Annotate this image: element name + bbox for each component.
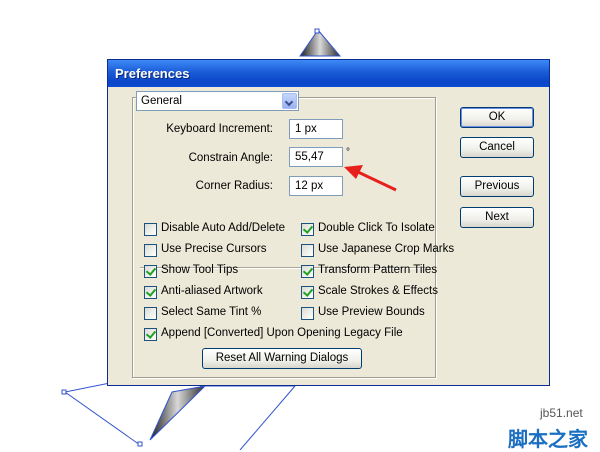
checkbox-box[interactable] bbox=[144, 286, 157, 299]
ok-button[interactable]: OK bbox=[460, 107, 534, 128]
panel-select[interactable]: General bbox=[136, 91, 299, 111]
checkbox-box[interactable] bbox=[301, 244, 314, 257]
watermark-site: jb51.net bbox=[540, 406, 583, 420]
checkbox-label: Double Click To Isolate bbox=[318, 222, 435, 234]
checkbox-label: Anti-aliased Artwork bbox=[161, 285, 263, 297]
checkbox-label: Transform Pattern Tiles bbox=[318, 264, 438, 276]
checkbox-box[interactable] bbox=[301, 223, 314, 236]
dialog-title: Preferences bbox=[115, 66, 190, 81]
checkbox-box[interactable] bbox=[144, 265, 157, 278]
checkbox-box[interactable] bbox=[144, 328, 157, 341]
corner-radius-value: 12 px bbox=[295, 180, 324, 192]
keyboard-increment-label: Keyboard Increment: bbox=[166, 123, 273, 135]
previous-button[interactable]: Previous bbox=[460, 176, 534, 197]
degree-symbol: ° bbox=[346, 147, 350, 158]
cancel-button[interactable]: Cancel bbox=[460, 137, 534, 158]
corner-radius-field[interactable]: 12 px bbox=[289, 176, 343, 196]
checkbox-label: Use Japanese Crop Marks bbox=[318, 243, 455, 255]
preferences-dialog: Preferences General Keyboard Increment: … bbox=[107, 59, 550, 386]
chevron-down-icon[interactable] bbox=[282, 93, 297, 109]
checkbox-box[interactable] bbox=[301, 265, 314, 278]
checkbox-label: Show Tool Tips bbox=[161, 264, 239, 276]
panel-select-value: General bbox=[141, 95, 182, 107]
dialog-content: General Keyboard Increment: 1 px Constra… bbox=[111, 87, 546, 382]
checkbox-label: Append [Converted] Upon Opening Legacy F… bbox=[161, 327, 403, 339]
checkbox-box[interactable] bbox=[144, 223, 157, 236]
keyboard-increment-field[interactable]: 1 px bbox=[289, 119, 343, 139]
constrain-angle-field[interactable]: 55,47 bbox=[289, 147, 343, 167]
checkbox-box[interactable] bbox=[301, 286, 314, 299]
next-button[interactable]: Next bbox=[460, 207, 534, 228]
checkbox-box[interactable] bbox=[144, 244, 157, 257]
corner-radius-label: Corner Radius: bbox=[195, 180, 273, 192]
checkbox-label: Select Same Tint % bbox=[161, 306, 262, 318]
checkbox-label: Use Preview Bounds bbox=[318, 306, 425, 318]
reset-warning-dialogs-button[interactable]: Reset All Warning Dialogs bbox=[202, 348, 362, 369]
checkbox-label: Disable Auto Add/Delete bbox=[161, 222, 286, 234]
keyboard-increment-value: 1 px bbox=[295, 123, 317, 135]
checkbox-box[interactable] bbox=[144, 307, 157, 320]
title-bar[interactable]: Preferences bbox=[108, 60, 549, 87]
watermark-brand: 脚本之家 bbox=[508, 427, 588, 451]
checkbox-label: Scale Strokes & Effects bbox=[318, 285, 438, 297]
constrain-angle-label: Constrain Angle: bbox=[188, 152, 273, 164]
checkbox-box[interactable] bbox=[301, 307, 314, 320]
checkbox-label: Use Precise Cursors bbox=[161, 243, 267, 255]
constrain-angle-value: 55,47 bbox=[295, 151, 324, 163]
